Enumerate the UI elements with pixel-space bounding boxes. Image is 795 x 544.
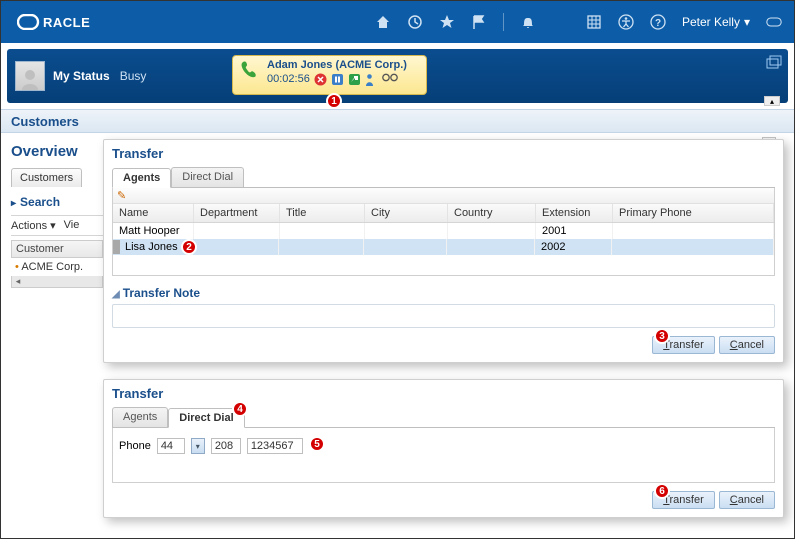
global-topbar: RACLE ? Peter Kelly ▾ <box>1 1 794 43</box>
customer-column-header: Customer <box>11 240 103 258</box>
hold-call-icon[interactable] <box>331 73 344 86</box>
agent-row-selected[interactable]: Lisa Jones 2002 2 <box>113 239 774 255</box>
transfer-title: Transfer <box>112 146 775 161</box>
tab-customers[interactable]: Customers <box>11 168 82 187</box>
tab-agents[interactable]: Agents <box>112 168 171 188</box>
svg-text:?: ? <box>655 18 661 29</box>
agent-row[interactable]: Matt Hooper 2001 <box>113 223 774 239</box>
annotation-badge-2: 2 <box>181 239 197 255</box>
star-icon[interactable] <box>439 14 455 30</box>
cell-ext: 2002 <box>535 239 612 255</box>
cell-country <box>448 223 536 239</box>
page-header-strip: Customers <box>1 109 794 133</box>
col-country[interactable]: Country <box>448 204 536 222</box>
user-name: Peter Kelly <box>682 15 740 29</box>
end-call-icon[interactable] <box>314 73 327 86</box>
search-header[interactable]: Search <box>11 195 103 209</box>
stack-icon[interactable] <box>766 55 782 72</box>
link-icon[interactable] <box>382 73 395 86</box>
cell-city <box>364 239 447 255</box>
loop-icon[interactable] <box>766 14 782 30</box>
cell-ext: 2001 <box>536 223 613 239</box>
col-department[interactable]: Department <box>194 204 280 222</box>
area-code-input[interactable] <box>211 438 241 454</box>
status-value[interactable]: Busy <box>120 69 147 83</box>
cancel-button[interactable]: Cancel <box>719 491 775 509</box>
sidebar: Overview Customers Search Actions ▾ Vie … <box>11 139 103 534</box>
transfer-call-icon[interactable] <box>348 73 361 86</box>
help-icon[interactable]: ? <box>650 14 666 30</box>
phone-icon <box>239 59 261 91</box>
annotation-badge-1: 1 <box>326 93 342 109</box>
transfer-note-input[interactable] <box>112 304 775 328</box>
customer-name: ACME Corp. <box>21 261 83 273</box>
cell-phone <box>612 239 774 255</box>
transfer-panel-agents: Transfer Agents Direct Dial ✎ Name Depar… <box>103 139 784 363</box>
cell-name: Matt Hooper <box>113 223 194 239</box>
cell-city <box>365 223 448 239</box>
user-menu[interactable]: Peter Kelly ▾ <box>682 15 750 29</box>
home-icon[interactable] <box>375 14 391 30</box>
transfer-panel-directdial: Transfer Agents Direct Dial 4 Phone ▾ ✎ … <box>103 379 784 518</box>
col-title[interactable]: Title <box>280 204 365 222</box>
clock-icon[interactable] <box>407 14 423 30</box>
actions-menu[interactable]: Actions ▾ <box>11 219 56 232</box>
sidebar-hscroll[interactable]: ◂ <box>11 276 103 288</box>
call-contact: Adam Jones (ACME Corp.) <box>267 59 407 72</box>
cell-phone <box>613 223 774 239</box>
flag-icon[interactable] <box>471 14 487 30</box>
transfer-note-header[interactable]: ◢Transfer Note <box>112 286 775 300</box>
dropdown-caret-icon: ▾ <box>744 15 750 29</box>
status-label: My Status <box>53 69 110 83</box>
country-code-dropdown[interactable]: ▾ <box>191 438 205 454</box>
accessibility-icon[interactable] <box>618 14 634 30</box>
col-name[interactable]: Name <box>113 204 194 222</box>
avatar <box>15 61 45 91</box>
cell-title <box>279 239 364 255</box>
annotation-badge-3: 3 <box>654 328 670 344</box>
view-menu[interactable]: Vie <box>64 219 80 232</box>
agents-grid: ✎ Name Department Title City Country Ext… <box>112 188 775 276</box>
annotation-badge-4: 4 <box>232 401 248 417</box>
tab-agents[interactable]: Agents <box>112 407 168 427</box>
transfer-title: Transfer <box>112 386 775 401</box>
svg-text:RACLE: RACLE <box>43 15 90 30</box>
page-title: Customers <box>11 114 79 129</box>
collapse-arrow-icon[interactable]: ▴ <box>764 96 780 106</box>
active-call-chip[interactable]: Adam Jones (ACME Corp.) 00:02:56 <box>232 55 427 95</box>
col-city[interactable]: City <box>365 204 448 222</box>
cell-dept <box>193 239 279 255</box>
annotation-badge-6: 6 <box>654 483 670 499</box>
cancel-button[interactable]: Cancel <box>719 336 775 354</box>
grid-icon[interactable] <box>586 14 602 30</box>
bell-icon[interactable] <box>520 14 536 30</box>
fire-icon[interactable]: ✎ <box>117 189 126 202</box>
phone-number-input[interactable] <box>247 438 303 454</box>
customer-row[interactable]: • ACME Corp. <box>11 258 103 276</box>
topbar-icons: ? Peter Kelly ▾ <box>375 13 782 31</box>
cell-dept <box>194 223 280 239</box>
tab-direct-dial[interactable]: Direct Dial <box>171 167 244 187</box>
cell-title <box>280 223 365 239</box>
person-icon[interactable] <box>365 73 378 86</box>
annotation-badge-5: 5 <box>309 436 325 452</box>
call-time: 00:02:56 <box>267 73 310 86</box>
phone-label: Phone <box>119 440 151 452</box>
col-extension[interactable]: Extension <box>536 204 613 222</box>
col-primary-phone[interactable]: Primary Phone <box>613 204 774 222</box>
overview-title: Overview <box>11 143 103 160</box>
country-code-input[interactable] <box>157 438 185 454</box>
cell-country <box>447 239 535 255</box>
agent-status-bar: My Status Busy Adam Jones (ACME Corp.) 0… <box>7 49 788 103</box>
brand-logo: RACLE <box>13 1 113 43</box>
